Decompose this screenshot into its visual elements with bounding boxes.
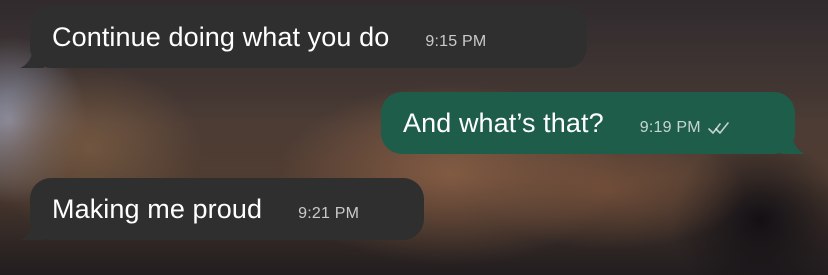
- bubble-tail-icon: [20, 216, 44, 240]
- message-timestamp: 9:15 PM: [425, 33, 487, 50]
- message-text: Making me proud: [52, 193, 263, 224]
- bubble-tail-icon: [781, 130, 805, 154]
- message-text: And what’s that?: [403, 107, 604, 138]
- message-row: And what’s that? 9:19 PM: [0, 92, 828, 154]
- incoming-message-bubble[interactable]: Continue doing what you do 9:15 PM: [20, 6, 587, 68]
- message-timestamp: 9:21 PM: [298, 205, 360, 222]
- message-timestamp: 9:19 PM: [639, 119, 701, 136]
- incoming-message-bubble[interactable]: Making me proud 9:21 PM: [20, 178, 424, 240]
- message-row: Continue doing what you do 9:15 PM: [0, 6, 828, 68]
- bubble-tail-icon: [20, 44, 44, 68]
- message-text: Continue doing what you do: [52, 21, 390, 52]
- double-check-icon: [707, 122, 729, 134]
- outgoing-message-bubble[interactable]: And what’s that? 9:19 PM: [381, 92, 805, 154]
- message-row: Making me proud 9:21 PM: [0, 178, 828, 240]
